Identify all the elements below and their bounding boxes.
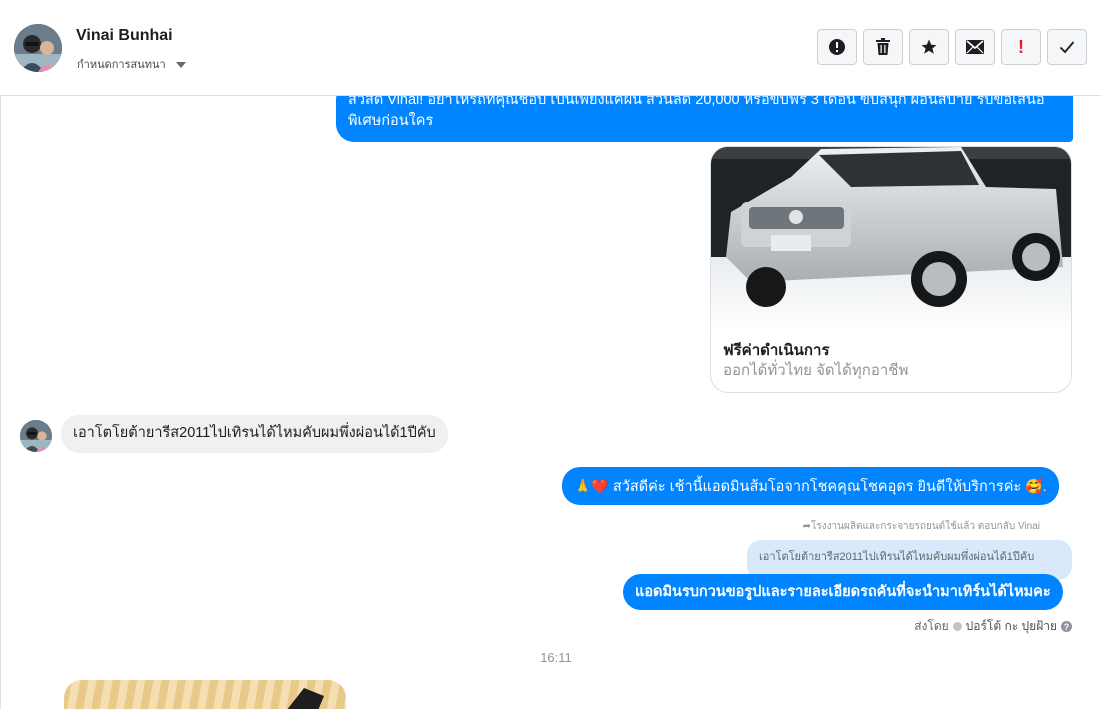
message-text: เอาโตโยต้ายารีส2011ไปเทิรนได้ไหมคับผมพึ่… xyxy=(73,425,436,441)
attachment-card[interactable]: ฟรีค่าดำเนินการ ออกได้ทั่วไทย จัดได้ทุกอ… xyxy=(710,146,1072,393)
reply-arrow-icon: ➦ xyxy=(802,521,812,532)
sent-by-label: ส่งโดย xyxy=(914,619,949,633)
trash-icon xyxy=(876,38,890,55)
star-button[interactable] xyxy=(909,29,949,65)
check-icon xyxy=(1059,41,1075,54)
pray-heart-emoji: 🙏❤️ xyxy=(574,478,609,494)
avatar[interactable] xyxy=(20,420,52,452)
caret-down-icon xyxy=(175,61,186,68)
spam-button[interactable] xyxy=(817,29,857,65)
image-attachment[interactable] xyxy=(64,680,346,709)
exclamation-icon: ! xyxy=(1018,36,1024,57)
outgoing-message[interactable]: แอดมินรบกวนขอรูปและรายละเอียดรถคันที่จะน… xyxy=(623,574,1063,610)
outgoing-message[interactable]: 🙏❤️ สวัสดีค่ะ เช้านี้แอดมินส้มโอจากโชคคุ… xyxy=(562,467,1059,505)
timestamp: 16:11 xyxy=(540,650,572,665)
toolbar: ! xyxy=(817,29,1087,65)
sender-name[interactable]: ปอร์โต้ กะ ปุยฝ้าย xyxy=(966,617,1057,636)
delete-button[interactable] xyxy=(863,29,903,65)
star-icon xyxy=(921,39,937,54)
avatar[interactable] xyxy=(14,24,62,72)
assign-conversation-dropdown[interactable]: กำหนดการสนทนา xyxy=(77,55,186,73)
sender-avatar-icon xyxy=(952,622,962,631)
message-text: สวัสดี Vinai! อย่าให้รถที่คุณชอบ เป็นเพี… xyxy=(348,96,1045,129)
outgoing-message[interactable]: สวัสดี Vinai! อย่าให้รถที่คุณชอบ เป็นเพี… xyxy=(336,96,1073,142)
quoted-text: เอาโตโยต้ายารีส2011ไปเทิรนได้ไหมคับผมพึ่… xyxy=(759,551,1035,563)
reply-context-text: โรงงานผลิตและกระจายรถยนต์ใช้แล้ว ตอบกลับ… xyxy=(811,521,1040,532)
message-thread[interactable]: สวัสดี Vinai! อย่าให้รถที่คุณชอบ เป็นเพี… xyxy=(1,96,1101,709)
car-image xyxy=(711,147,1071,334)
contact-name[interactable]: Vinai Bunhai xyxy=(76,27,173,45)
reply-context: ➦โรงงานผลิตและกระจายรถยนต์ใช้แล้ว ตอบกลั… xyxy=(803,519,1040,534)
important-button[interactable]: ! xyxy=(1001,29,1041,65)
card-subtitle: ออกได้ทั่วไทย จัดได้ทุกอาชีพ xyxy=(723,362,909,379)
message-text: แอดมินรบกวนขอรูปและรายละเอียดรถคันที่จะน… xyxy=(635,584,1051,600)
sent-by-info: ส่งโดย ปอร์โต้ กะ ปุยฝ้าย ? xyxy=(914,617,1072,636)
mark-unread-button[interactable] xyxy=(955,29,995,65)
done-button[interactable] xyxy=(1047,29,1087,65)
envelope-icon xyxy=(966,40,984,54)
assign-label: กำหนดการสนทนา xyxy=(77,59,166,71)
conversation-header: Vinai Bunhai กำหนดการสนทนา ! xyxy=(0,0,1101,96)
alert-circle-icon xyxy=(829,39,845,55)
help-icon[interactable]: ? xyxy=(1061,621,1072,632)
smile-hearts-emoji: 🥰. xyxy=(1025,478,1047,494)
incoming-message[interactable]: เอาโตโยต้ายารีส2011ไปเทิรนได้ไหมคับผมพึ่… xyxy=(61,415,448,453)
message-text: สวัสดีค่ะ เช้านี้แอดมินส้มโอจากโชคคุณโชค… xyxy=(612,479,1022,495)
